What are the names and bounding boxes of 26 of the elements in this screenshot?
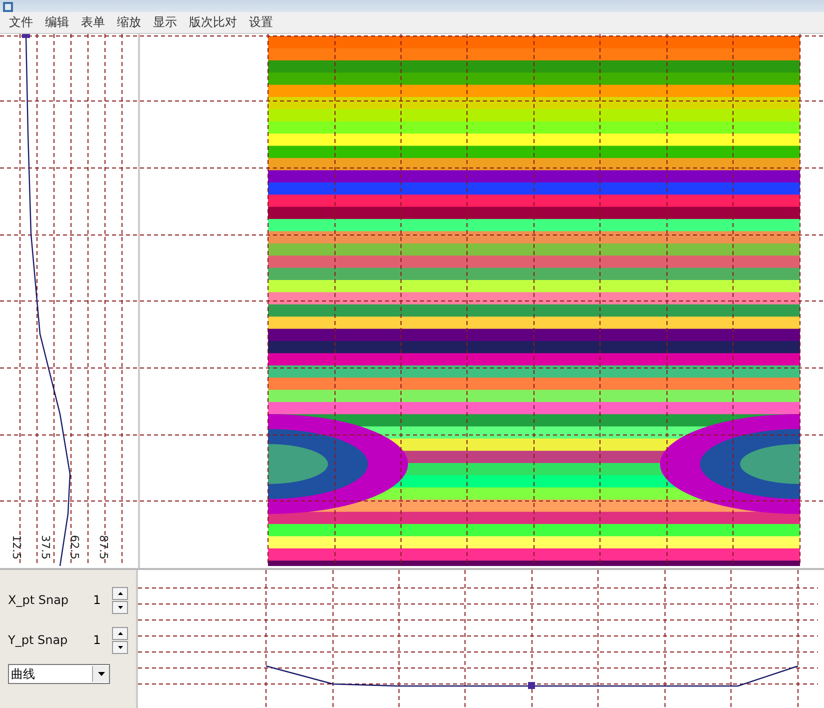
- menu-item[interactable]: 缩放: [112, 14, 146, 31]
- spin-up-button[interactable]: [112, 626, 128, 640]
- window-icon: [2, 2, 14, 12]
- snap-value: 1: [92, 593, 102, 607]
- axis-tick-label: 62.5: [68, 535, 81, 560]
- menu-item[interactable]: 文件: [4, 14, 38, 31]
- axis-tick-label: 87.5: [97, 535, 110, 560]
- menu-item[interactable]: 版次比对: [184, 14, 242, 31]
- down-triangle-icon: [118, 606, 122, 608]
- down-triangle-icon: [118, 646, 122, 648]
- spin-down-button[interactable]: [112, 600, 128, 614]
- curve-type-dropdown[interactable]: 曲线: [8, 664, 110, 684]
- menu-item[interactable]: 表单: [76, 14, 110, 31]
- snap-value: 1: [92, 633, 102, 647]
- menu-item[interactable]: 显示: [148, 14, 182, 31]
- menu-item[interactable]: 编辑: [40, 14, 74, 31]
- axis-tick-label: 12.5: [10, 535, 23, 560]
- axis-tick-label: 37.5: [39, 535, 52, 560]
- menu-item[interactable]: 设置: [244, 14, 278, 31]
- snap-label: Y_pt Snap: [8, 633, 69, 647]
- up-triangle-icon: [118, 592, 122, 594]
- up-triangle-icon: [118, 632, 122, 634]
- dropdown-arrow-icon: [98, 672, 104, 676]
- snap-label: X_pt Snap: [8, 593, 70, 607]
- spin-down-button[interactable]: [112, 640, 128, 654]
- spin-up-button[interactable]: [112, 586, 128, 600]
